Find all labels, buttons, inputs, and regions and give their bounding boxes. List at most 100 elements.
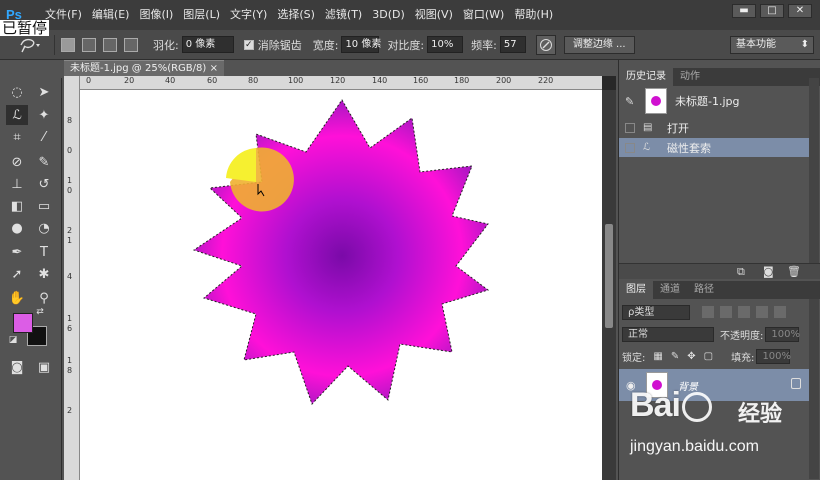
type-tool-icon[interactable]: T (33, 242, 55, 262)
history-brush-tool-icon[interactable]: ↺ (33, 174, 55, 194)
layer-filter-select[interactable]: ρ类型 (622, 304, 690, 320)
filter-shape-icon[interactable] (756, 306, 768, 318)
antialias-checkbox[interactable]: ✓ (243, 39, 254, 50)
history-brush-source-icon[interactable]: ✎ (625, 95, 639, 108)
flower-thumb-icon (651, 96, 661, 106)
blend-mode-select[interactable]: 正常 (622, 326, 714, 342)
path-selection-tool-icon[interactable]: ➚ (6, 264, 28, 284)
tab-paths[interactable]: 路径 (687, 281, 721, 299)
contrast-label: 对比度: (387, 38, 425, 52)
healing-brush-tool-icon[interactable]: ⊘ (6, 152, 28, 172)
maximize-button[interactable]: □ (760, 4, 784, 18)
filter-pixel-icon[interactable] (702, 306, 714, 318)
flower-shape (194, 100, 488, 404)
crop-tool-icon[interactable]: ⌗ (6, 127, 28, 147)
width-input[interactable]: 10 像素 (341, 36, 381, 53)
camera-icon[interactable]: ◙ (763, 265, 774, 278)
contrast-input[interactable]: 10% (427, 36, 464, 53)
ruler-tick: 4 (67, 272, 73, 281)
lock-row: 锁定: ▦ ✎ ✥ ▢ 填充: 100% (622, 347, 791, 365)
menu-window[interactable]: 窗口(W) (458, 0, 509, 30)
filter-type-icon[interactable] (738, 306, 750, 318)
opacity-input[interactable]: 100% (765, 326, 800, 342)
magic-wand-tool-icon[interactable]: ✦ (33, 105, 55, 125)
intersect-selection-icon[interactable] (124, 37, 138, 52)
refine-edge-button[interactable]: 调整边缘 ... (563, 35, 635, 54)
menu-type[interactable]: 文字(Y) (225, 0, 272, 30)
close-button[interactable]: ✕ (788, 4, 812, 18)
brush-tool-icon[interactable]: ✎ (33, 152, 55, 172)
feather-label: 羽化: (153, 38, 179, 52)
feather-input[interactable]: 0 像素 (181, 36, 234, 53)
ruler-tick: 1 (67, 176, 73, 185)
default-colors-icon[interactable]: ◪ (6, 334, 20, 346)
custom-shape-tool-icon[interactable]: ✱ (33, 264, 55, 284)
new-document-from-state-icon[interactable]: ⧉ (737, 265, 745, 279)
menu-select[interactable]: 选择(S) (272, 0, 320, 30)
filter-adjustment-icon[interactable] (720, 306, 732, 318)
history-row-magnetic-lasso[interactable]: ℒ 磁性套索 (619, 138, 809, 157)
menu-view[interactable]: 视图(V) (410, 0, 458, 30)
screen-mode-icon[interactable]: ▣ (33, 357, 55, 377)
quick-mask-icon[interactable]: ◙ (6, 357, 28, 377)
subtract-selection-icon[interactable] (103, 37, 117, 52)
lock-transparent-icon[interactable]: ▦ (653, 351, 662, 362)
lock-image-icon[interactable]: ✎ (671, 351, 679, 362)
scroll-thumb[interactable] (605, 224, 613, 328)
new-selection-icon[interactable] (61, 37, 75, 52)
eraser-tool-icon[interactable]: ◧ (6, 196, 28, 216)
document-tab[interactable]: 未标题-1.jpg @ 25%(RGB/8) × (64, 60, 224, 76)
zoom-tool-icon[interactable]: ⚲ (33, 288, 55, 308)
foreground-color-swatch[interactable] (13, 313, 33, 333)
pen-tool-icon[interactable]: ✒ (6, 242, 28, 262)
hand-tool-icon[interactable]: ✋ (6, 288, 28, 308)
antialias-label: 消除锯齿 (257, 38, 302, 52)
eyedropper-tool-icon[interactable]: ⁄ (33, 127, 55, 147)
frequency-input[interactable]: 57 (499, 36, 526, 53)
move-tool-icon[interactable]: ➤ (33, 82, 55, 102)
clone-stamp-tool-icon[interactable]: ⊥ (6, 174, 28, 194)
swap-colors-icon[interactable]: ⇄ (33, 306, 47, 318)
history-snapshot[interactable]: ✎ 未标题-1.jpg (619, 86, 809, 116)
ruler-tick: 8 (67, 116, 73, 125)
menu-items: 文件(F) 编辑(E) 图像(I) 图层(L) 文字(Y) 选择(S) 滤镜(T… (40, 0, 558, 30)
ruler-tick: 180 (454, 76, 470, 85)
pen-pressure-icon (539, 38, 552, 51)
canvas[interactable] (80, 90, 602, 480)
menu-filter[interactable]: 滤镜(T) (320, 0, 367, 30)
dodge-tool-icon[interactable]: ◔ (33, 218, 55, 238)
minimize-button[interactable]: ▬ (732, 4, 756, 18)
ruler-tick: 160 (413, 76, 429, 85)
opacity-label: 不透明度: (720, 330, 764, 342)
filter-smart-icon[interactable] (774, 306, 786, 318)
menu-edit[interactable]: 编辑(E) (87, 0, 135, 30)
ruler-tick: 2 (67, 406, 73, 415)
tab-channels[interactable]: 通道 (653, 281, 687, 299)
workspace-select[interactable]: 基本功能 ⬍ (730, 36, 814, 54)
menu-image[interactable]: 图像(I) (134, 0, 178, 30)
add-selection-icon[interactable] (82, 37, 96, 52)
vertical-scrollbar[interactable] (602, 90, 616, 480)
fill-input[interactable]: 100% (756, 348, 791, 364)
lasso-tool-icon[interactable]: ℒ (6, 105, 28, 125)
tablet-pressure-button[interactable] (535, 34, 556, 55)
menu-3d[interactable]: 3D(D) (367, 0, 410, 30)
lock-label: 锁定: (622, 352, 646, 364)
blur-tool-icon[interactable]: ● (6, 218, 28, 238)
gradient-tool-icon[interactable]: ▭ (33, 196, 55, 216)
tab-history[interactable]: 历史记录 (619, 68, 673, 86)
history-scrollbar[interactable] (809, 78, 819, 263)
ruler-tick: 0 (86, 76, 92, 85)
lock-position-icon[interactable]: ✥ (687, 351, 695, 362)
lock-all-icon[interactable]: ▢ (704, 351, 713, 362)
marquee-tool-icon[interactable]: ◌ (6, 82, 28, 102)
menu-layer[interactable]: 图层(L) (178, 0, 225, 30)
history-row-open[interactable]: ▤ 打开 (619, 118, 809, 137)
menu-help[interactable]: 帮助(H) (509, 0, 558, 30)
trash-icon[interactable]: 🗑 (787, 265, 801, 278)
layers-panel-tabs: 图层 通道 路径 (619, 281, 820, 299)
close-tab-icon[interactable]: × (210, 61, 218, 77)
history-row-label: 磁性套索 (667, 141, 711, 155)
tab-layers[interactable]: 图层 (619, 281, 653, 299)
tab-actions[interactable]: 动作 (673, 68, 707, 86)
